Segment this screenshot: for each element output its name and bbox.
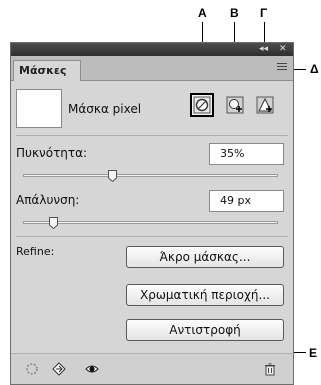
close-panel-icon[interactable]: ✕ xyxy=(279,43,287,56)
add-vector-mask-icon[interactable] xyxy=(255,95,275,115)
feather-input[interactable]: 49 px xyxy=(209,190,284,212)
tab-masks[interactable]: Μάσκες xyxy=(13,60,81,81)
callout-d: Δ xyxy=(310,62,319,76)
callout-g: Γ xyxy=(260,6,268,20)
density-slider-thumb[interactable] xyxy=(107,170,117,182)
masks-panel: ◂◂ ✕ Μάσκες Μάσκα pixel Πυκνότητα: 35% Α… xyxy=(10,42,294,385)
trash-icon[interactable] xyxy=(263,362,277,376)
divider xyxy=(16,236,288,237)
feather-slider-thumb[interactable] xyxy=(49,217,59,229)
color-range-button[interactable]: Χρωματική περιοχή... xyxy=(126,284,284,306)
density-slider[interactable] xyxy=(23,174,278,177)
divider xyxy=(16,135,288,136)
collapse-panel-icon[interactable]: ◂◂ xyxy=(259,43,268,56)
mask-edge-button[interactable]: Άκρο μάσκας... xyxy=(126,246,284,268)
callout-a: A xyxy=(198,6,207,20)
panel-title-bar: ◂◂ ✕ xyxy=(11,43,293,56)
pixel-mask-icon[interactable] xyxy=(190,93,214,117)
mask-thumbnail[interactable] xyxy=(16,89,62,128)
invert-button[interactable]: Αντιστροφή xyxy=(126,319,284,341)
panel-bottom-bar xyxy=(11,353,293,384)
density-input[interactable]: 35% xyxy=(209,143,284,165)
visibility-eye-icon[interactable] xyxy=(85,362,99,376)
callout-b: B xyxy=(230,6,239,20)
load-selection-icon[interactable] xyxy=(25,362,39,376)
callout-e: E xyxy=(309,346,318,360)
density-label: Πυκνότητα: xyxy=(16,146,88,160)
feather-slider[interactable] xyxy=(23,221,278,224)
add-pixel-mask-icon[interactable] xyxy=(225,95,245,115)
feather-label: Απάλυνση: xyxy=(16,193,80,207)
apply-mask-icon[interactable] xyxy=(52,362,66,376)
mask-type-label: Μάσκα pixel xyxy=(68,102,142,116)
refine-label: Refine: xyxy=(16,245,55,258)
panel-tab-row: Μάσκες xyxy=(11,56,293,81)
panel-menu-icon[interactable] xyxy=(277,63,287,73)
